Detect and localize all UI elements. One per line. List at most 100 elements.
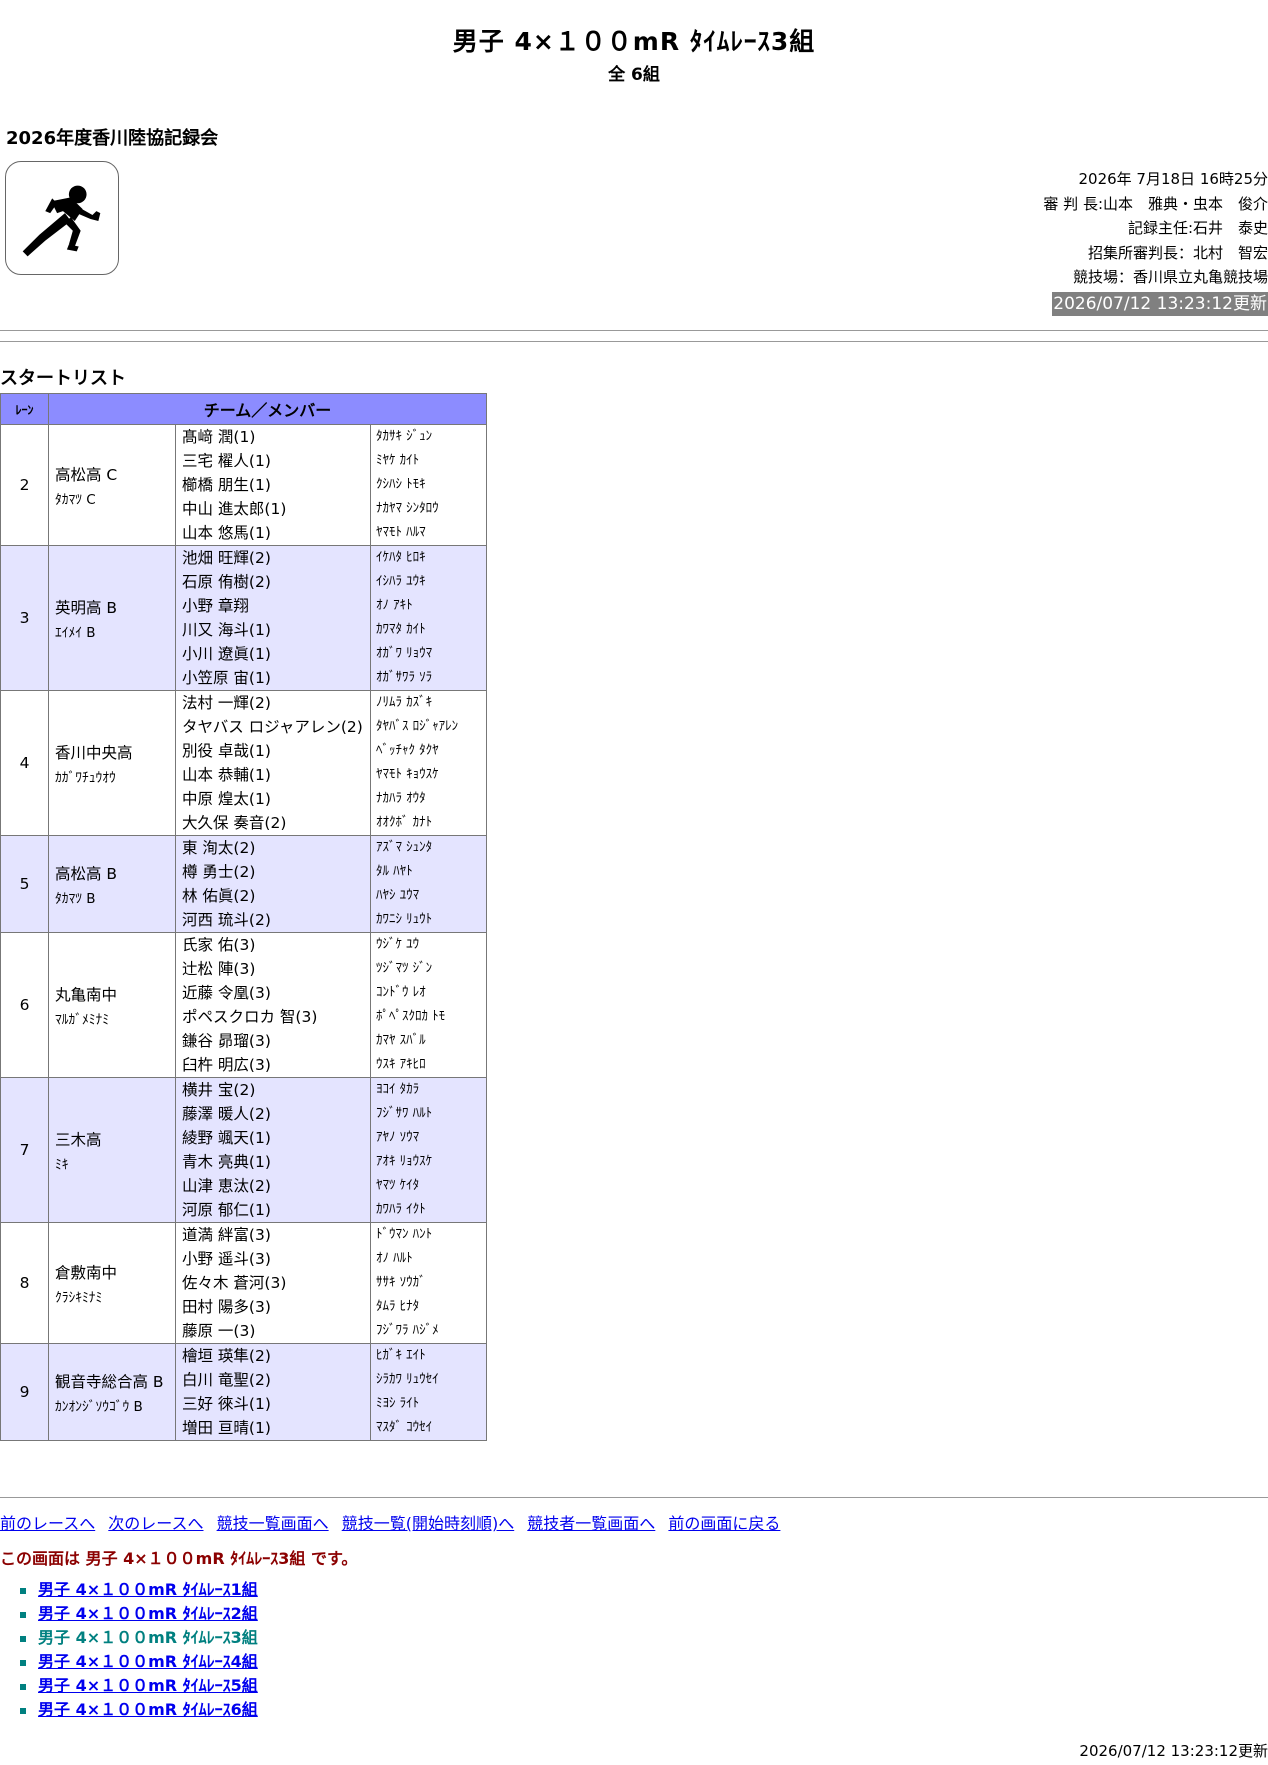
member-kana: ﾀｶｻｷ ｼﾞｭﾝ: [376, 429, 433, 444]
lane-number: 3: [0, 545, 49, 691]
member-kana: ﾅｶﾔﾏ ｼﾝﾀﾛｳ: [376, 501, 439, 516]
divider: [0, 1497, 1268, 1498]
race-list: 男子 4×１００mR ﾀｲﾑﾚｰｽ1組 男子 4×１００mR ﾀｲﾑﾚｰｽ2組 男子…: [20, 1578, 258, 1722]
prev-race-link[interactable]: 前のレースへ: [0, 1514, 95, 1533]
team-name: 三木高: [55, 1130, 102, 1149]
table-row: 3 英明高 B ｴｲﾒｲ B 池畑 旺輝(2) 石原 侑樹(2) 小野 章翔 川又 海斗(1…: [0, 545, 487, 691]
member-kana: ﾏｽﾀﾞ ｺｳｾｲ: [376, 1420, 433, 1435]
team-name: 観音寺総合高 B: [55, 1372, 164, 1391]
member-name: 小笠原 宙(1): [182, 669, 271, 687]
member-kana: ｸｼﾊｼ ﾄﾓｷ: [376, 477, 426, 492]
lane-number: 4: [0, 690, 49, 836]
member-kana: ｱﾔﾉ ｿｳﾏ: [376, 1130, 420, 1145]
member-name: 川又 海斗(1): [182, 621, 271, 639]
race-link[interactable]: 男子 4×１００mR ﾀｲﾑﾚｰｽ1組: [38, 1580, 258, 1599]
race-link[interactable]: 男子 4×１００mR ﾀｲﾑﾚｰｽ6組: [38, 1700, 258, 1719]
table-row: 2 高松高 C ﾀｶﾏﾂ C 髙﨑 潤(1) 三宅 櫂人(1) 櫛橋 朋生(1) 中山 進太…: [0, 424, 487, 546]
member-kana: ｲｼﾊﾗ ﾕｳｷ: [376, 574, 426, 589]
members-cell: 髙﨑 潤(1) 三宅 櫂人(1) 櫛橋 朋生(1) 中山 進太郎(1) 山本 悠馬(1): [175, 424, 371, 546]
team-name: 倉敷南中: [55, 1263, 118, 1282]
event-list-time-link[interactable]: 競技一覧(開始時刻順)へ: [342, 1514, 515, 1533]
member-name: タヤバス ロジャアレン(2): [182, 718, 363, 736]
members-cell: 法村 一輝(2) タヤバス ロジャアレン(2) 別役 卓哉(1) 山本 恭輔(1) 中原…: [175, 690, 371, 836]
lane-number: 2: [0, 424, 49, 546]
member-name: 道満 絆富(3): [182, 1226, 271, 1244]
member-name: 山本 悠馬(1): [182, 524, 271, 542]
member-name: 髙﨑 潤(1): [182, 428, 256, 446]
lane-header: ﾚｰﾝ: [0, 393, 49, 425]
member-kana: ﾐﾖｼ ﾗｲﾄ: [376, 1396, 420, 1411]
member-name: 山本 恭輔(1): [182, 766, 271, 784]
members-cell: 池畑 旺輝(2) 石原 侑樹(2) 小野 章翔 川又 海斗(1) 小川 遼眞(1) 小笠原…: [175, 545, 371, 691]
table-row: 8 倉敷南中 ｸﾗｼｷﾐﾅﾐ 道満 絆富(3) 小野 遥斗(3) 佐々木 蒼河(3) 田村 …: [0, 1222, 487, 1344]
meet-name: 2026年度香川陸協記録会: [6, 128, 219, 149]
member-name: 佐々木 蒼河(3): [182, 1274, 287, 1292]
member-name: 林 佑眞(2): [182, 887, 256, 905]
member-name: 近藤 令凰(3): [182, 984, 271, 1002]
members-kana-cell: ﾋｶﾞｷ ｴｲﾄ ｼﾗｶﾜ ﾘｭｳｾｲ ﾐﾖｼ ﾗｲﾄ ﾏｽﾀﾞ ｺｳｾｲ: [370, 1343, 487, 1441]
sprinter-icon: [5, 161, 119, 275]
team-kana: ｶｶﾞﾜﾁｭｳｵｳ: [55, 769, 116, 786]
heat-count: 全 6組: [608, 65, 660, 85]
race-link[interactable]: 男子 4×１００mR ﾀｲﾑﾚｰｽ3組: [38, 1628, 258, 1647]
square-bullet-icon: [20, 1587, 26, 1594]
member-name: 鎌谷 昴瑠(3): [182, 1032, 271, 1050]
team-kana: ﾐｷ: [55, 1156, 69, 1173]
athlete-list-link[interactable]: 競技者一覧画面へ: [527, 1514, 655, 1533]
member-kana: ｵｵｸﾎﾞ ｶﾅﾄ: [376, 815, 433, 830]
members-cell: 横井 宝(2) 藤澤 暖人(2) 綾野 颯天(1) 青木 亮典(1) 山津 恵汰(2) 河…: [175, 1077, 371, 1223]
team-cell: 丸亀南中 ﾏﾙｶﾞﾒﾐﾅﾐ: [48, 932, 176, 1078]
square-bullet-icon: [20, 1611, 26, 1618]
member-kana: ｺﾝﾄﾞｳ ﾚｵ: [376, 985, 426, 1000]
race-link[interactable]: 男子 4×１００mR ﾀｲﾑﾚｰｽ5組: [38, 1676, 258, 1695]
team-cell: 高松高 B ﾀｶﾏﾂ B: [48, 835, 176, 933]
current-screen-text: この画面は 男子 4×１００mR ﾀｲﾑﾚｰｽ3組 です。: [0, 1549, 358, 1568]
member-kana: ﾍﾞｯﾁｬｸ ﾀｸﾔ: [376, 743, 439, 758]
team-name: 高松高 C: [55, 465, 118, 484]
member-kana: ｵｶﾞｻﾜﾗ ｿﾗ: [376, 670, 433, 685]
team-kana: ｶﾝｵﾝｼﾞｿｳｺﾞｳ B: [55, 1398, 143, 1415]
event-list-link[interactable]: 競技一覧画面へ: [217, 1514, 329, 1533]
members-kana-cell: ｲｹﾊﾀ ﾋﾛｷ ｲｼﾊﾗ ﾕｳｷ ｵﾉ ｱｷﾄ ｶﾜﾏﾀ ｶｲﾄ ｵｶﾞﾜ ﾘｮｳﾏ ｵ…: [370, 545, 487, 691]
team-name: 丸亀南中: [55, 985, 118, 1004]
member-name: 法村 一輝(2): [182, 694, 271, 712]
nav-links: 前のレースへ 次のレースへ 競技一覧画面へ 競技一覧(開始時刻順)へ 競技者一覧…: [0, 1510, 788, 1534]
member-kana: ﾌｼﾞﾜﾗ ﾊｼﾞﾒ: [376, 1323, 439, 1338]
members-cell: 氏家 佑(3) 辻松 陣(3) 近藤 令凰(3) ポペスクロカ 智(3) 鎌谷 昴瑠(3…: [175, 932, 371, 1078]
member-name: 田村 陽多(3): [182, 1298, 271, 1316]
team-cell: 香川中央高 ｶｶﾞﾜﾁｭｳｵｳ: [48, 690, 176, 836]
table-row: 4 香川中央高 ｶｶﾞﾜﾁｭｳｵｳ 法村 一輝(2) タヤバス ロジャアレン(2) 別役 …: [0, 690, 487, 836]
next-race-link[interactable]: 次のレースへ: [108, 1514, 203, 1533]
race-list-item: 男子 4×１００mR ﾀｲﾑﾚｰｽ2組: [20, 1602, 258, 1626]
member-kana: ｵﾉ ｱｷﾄ: [376, 598, 413, 613]
race-link[interactable]: 男子 4×１００mR ﾀｲﾑﾚｰｽ2組: [38, 1604, 258, 1623]
member-kana: ﾀﾙ ﾊﾔﾄ: [376, 864, 413, 879]
member-name: 青木 亮典(1): [182, 1153, 271, 1171]
divider: [0, 341, 1268, 342]
member-kana: ｻｻｷ ｿｳｶﾞ: [376, 1275, 426, 1290]
member-kana: ﾐﾔｹ ｶｲﾄ: [376, 453, 420, 468]
member-kana: ｵﾉ ﾊﾙﾄ: [376, 1251, 413, 1266]
member-name: 中原 煌太(1): [182, 790, 271, 808]
team-cell: 観音寺総合高 B ｶﾝｵﾝｼﾞｿｳｺﾞｳ B: [48, 1343, 176, 1441]
member-name: 河原 郁仁(1): [182, 1201, 271, 1219]
members-kana-cell: ﾉﾘﾑﾗ ｶｽﾞｷ ﾀﾔﾊﾞｽ ﾛｼﾞｬｱﾚﾝ ﾍﾞｯﾁｬｸ ﾀｸﾔ ﾔﾏﾓﾄ ｷｮｳ…: [370, 690, 487, 836]
meet-info: 2026年 7月18日 16時25分 審 判 長:山本 雅典・虫本 俊介 記録主…: [668, 167, 1268, 316]
member-name: 櫛橋 朋生(1): [182, 476, 271, 494]
race-link[interactable]: 男子 4×１００mR ﾀｲﾑﾚｰｽ4組: [38, 1652, 258, 1671]
member-name: 檜垣 瑛隼(2): [182, 1347, 271, 1365]
member-kana: ﾉﾘﾑﾗ ｶｽﾞｷ: [376, 695, 433, 710]
footer-updated: 2026/07/12 13:23:12更新: [1079, 1742, 1268, 1760]
team-name: 高松高 B: [55, 864, 118, 883]
team-header: チーム／メンバー: [48, 393, 487, 425]
venue: 競技場：香川県立丸亀競技場: [1072, 268, 1268, 286]
member-name: 臼杵 明広(3): [182, 1056, 271, 1074]
member-kana: ﾋｶﾞｷ ｴｲﾄ: [376, 1348, 426, 1363]
member-name: 中山 進太郎(1): [182, 500, 287, 518]
member-name: 山津 恵汰(2): [182, 1177, 271, 1195]
back-link[interactable]: 前の画面に戻る: [668, 1514, 780, 1533]
member-name: 樽 勇士(2): [182, 863, 256, 881]
race-list-item: 男子 4×１００mR ﾀｲﾑﾚｰｽ1組: [20, 1578, 258, 1602]
member-kana: ｼﾗｶﾜ ﾘｭｳｾｲ: [376, 1372, 439, 1387]
member-kana: ﾔﾏﾂ ｹｲﾀ: [376, 1178, 420, 1193]
